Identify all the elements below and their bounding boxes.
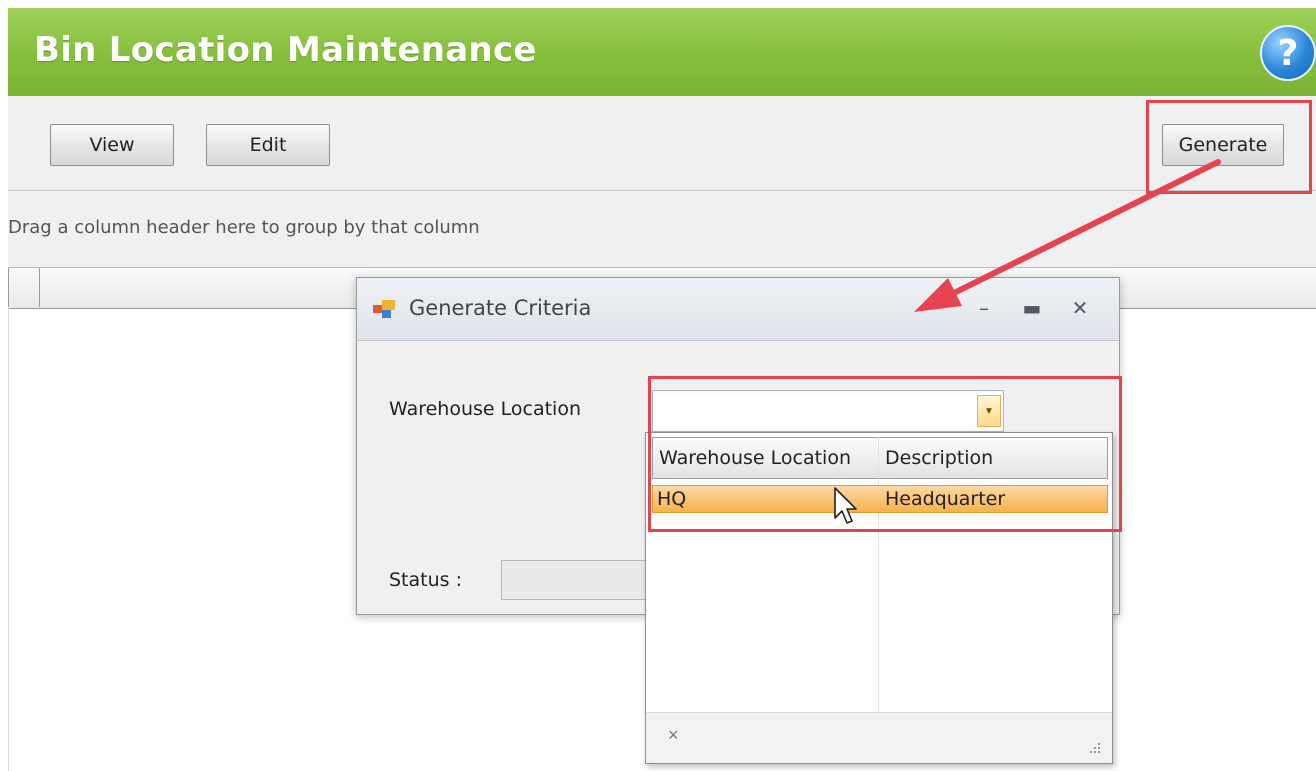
annotation-arrow xyxy=(914,159,1221,312)
